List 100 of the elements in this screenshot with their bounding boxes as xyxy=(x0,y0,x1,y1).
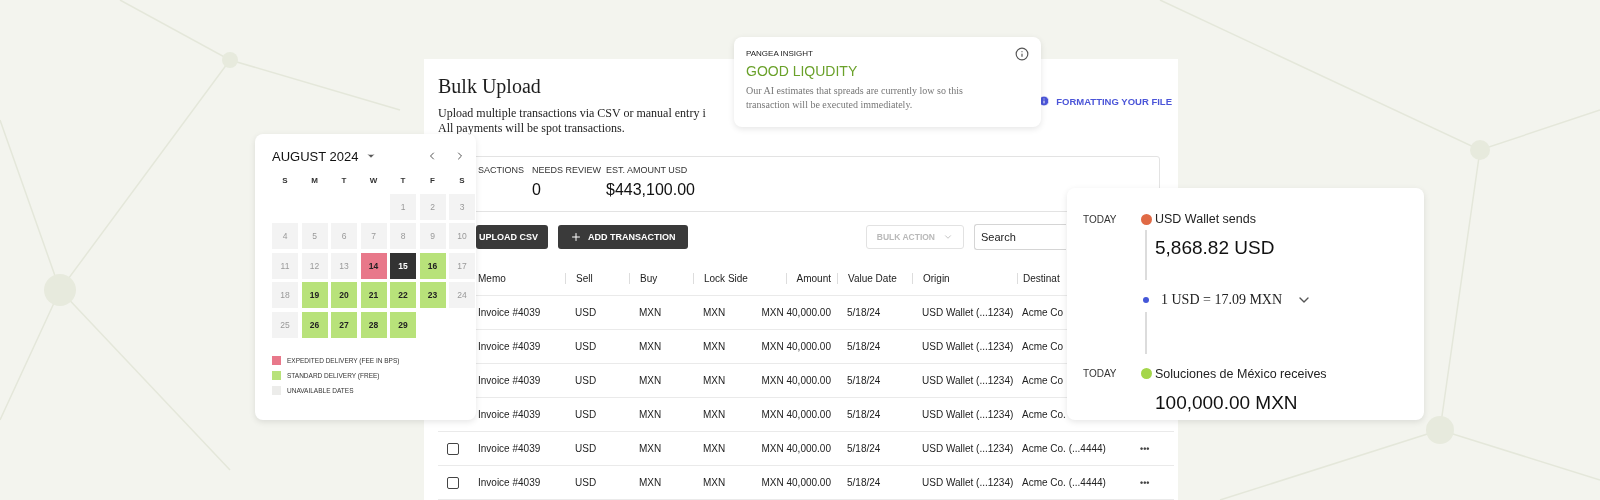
column-header: Value Date xyxy=(837,273,897,284)
info-icon[interactable] xyxy=(1015,47,1029,61)
table-cell-text: Invoice #4039 xyxy=(477,443,541,454)
calendar-day[interactable]: 6 xyxy=(331,223,357,249)
weekday-label: T xyxy=(340,176,348,187)
table-cell-text: MXN xyxy=(638,375,662,386)
table-cell-text: MXN xyxy=(702,477,726,488)
column-header: Memo xyxy=(477,273,506,284)
table-cell-text: MXN xyxy=(702,307,726,318)
weekday-label: S xyxy=(458,176,466,187)
table-cell-text: MXN xyxy=(702,341,726,352)
weekday-label: M xyxy=(310,176,319,187)
row-checkbox[interactable] xyxy=(447,442,459,455)
calendar-day[interactable]: 28 xyxy=(360,311,387,338)
insight-text: Our AI estimates that spreads are currently low so this transaction will be executed immediately. xyxy=(746,84,964,112)
calendar-day[interactable]: 18 xyxy=(272,282,298,308)
amount-text: 5,868.82 USD xyxy=(1155,236,1275,261)
weekday-label: W xyxy=(368,176,379,187)
table-cell-text: Invoice #4039 xyxy=(477,375,541,386)
month-title: AUGUST 2024 xyxy=(272,148,359,164)
more-button[interactable]: ••• xyxy=(1140,477,1170,488)
table-cell-text: 5/18/24 xyxy=(846,409,881,420)
table-cell-text: MXN xyxy=(638,477,662,488)
column-header: Origin xyxy=(912,273,950,284)
table-cell-text: 5/18/24 xyxy=(846,443,881,454)
calendar-day[interactable]: 19 xyxy=(301,282,328,308)
calendar-day[interactable]: 2 xyxy=(419,193,446,220)
calendar-day[interactable]: 10 xyxy=(449,223,475,249)
calendar-day[interactable]: 15 xyxy=(390,252,416,279)
table-cell-text: MXN xyxy=(638,409,662,420)
row-checkbox[interactable] xyxy=(447,476,459,489)
calendar-day[interactable]: 5 xyxy=(301,223,328,249)
search-field[interactable]: Search xyxy=(974,224,1066,250)
calendar-day[interactable]: 14 xyxy=(360,252,387,279)
table-cell-text: USD Wallet (...1234) xyxy=(921,409,1014,420)
table-cell-text: USD xyxy=(574,341,597,352)
stat-label: EST. AMOUNT USD xyxy=(606,165,688,175)
upload-csv-button[interactable]: UPLOAD CSV xyxy=(476,225,548,249)
calendar-day[interactable]: 25 xyxy=(272,311,298,338)
table-cell-text: MXN xyxy=(702,409,726,420)
calendar-day[interactable]: 8 xyxy=(390,223,416,249)
table-cell-text: USD Wallet (...1234) xyxy=(921,443,1014,454)
calendar-day[interactable]: 7 xyxy=(360,223,387,249)
stat-label: SACTIONS xyxy=(478,165,524,175)
calendar-day[interactable]: 4 xyxy=(272,223,298,249)
calendar-day[interactable]: 29 xyxy=(390,311,416,338)
column-header: Amount xyxy=(785,273,837,284)
table-cell-text: USD xyxy=(574,477,597,488)
table-cell-text: Invoice #4039 xyxy=(477,307,541,318)
weekday-label: S xyxy=(281,176,289,187)
table-cell-text: MXN xyxy=(702,443,726,454)
date-label: TODAY xyxy=(1083,213,1118,225)
caret-icon[interactable] xyxy=(366,151,377,161)
add-transaction-button[interactable]: ADD TRANSACTION xyxy=(558,225,688,249)
date-label: TODAY xyxy=(1083,368,1118,380)
calendar-day[interactable]: 22 xyxy=(390,282,416,308)
table-cell-text: MXN 40,000.00 xyxy=(760,477,832,488)
description-text: Upload multiple transactions via CSV or manual entry i xyxy=(438,106,706,121)
calendar-day[interactable]: 1 xyxy=(390,193,416,220)
calendar-day[interactable]: 12 xyxy=(301,252,328,279)
page-title: Bulk Upload xyxy=(438,75,541,98)
stat-label: NEEDS REVIEW xyxy=(532,165,601,175)
stat-value: 0 xyxy=(532,181,541,199)
calendar-day[interactable]: 16 xyxy=(419,252,446,279)
calendar-day[interactable]: 21 xyxy=(360,282,387,308)
insight-headline: GOOD LIQUDITY xyxy=(746,63,858,79)
calendar-day[interactable]: 24 xyxy=(449,282,475,308)
caret-icon xyxy=(943,232,953,242)
column-header: Buy xyxy=(629,273,658,284)
table-cell-text: Acme Co xyxy=(1021,307,1064,318)
column-header: Destinat xyxy=(1017,273,1060,284)
table-cell-text: 5/18/24 xyxy=(846,375,881,386)
table-cell-text: Acme Co. xyxy=(1021,409,1066,420)
calendar-day[interactable]: 26 xyxy=(301,311,328,338)
table-cell-text: Acme Co. (...4444) xyxy=(1021,443,1106,454)
table-cell-text: USD Wallet (...1234) xyxy=(921,375,1014,386)
stat-value: $443,100.00 xyxy=(606,181,695,199)
calendar-day[interactable]: 23 xyxy=(419,282,446,308)
table-cell-text: MXN xyxy=(702,375,726,386)
table-cell-text: MXN 40,000.00 xyxy=(760,341,832,352)
calendar-day[interactable]: 11 xyxy=(272,252,298,279)
table-cell-text: USD xyxy=(574,443,597,454)
calendar-day[interactable]: 3 xyxy=(449,193,475,220)
table-cell-text: USD xyxy=(574,409,597,420)
table-cell-text: USD xyxy=(574,307,597,318)
table-cell-text: USD Wallet (...1234) xyxy=(921,477,1014,488)
column-header: Lock Side xyxy=(693,273,748,284)
table-cell-text: USD Wallet (...1234) xyxy=(921,307,1014,318)
calendar-day[interactable]: 9 xyxy=(419,223,446,249)
calendar-day[interactable]: 17 xyxy=(449,252,475,279)
more-button[interactable]: ••• xyxy=(1140,443,1170,454)
table-cell-text: Acme Co xyxy=(1021,341,1064,352)
table-cell-text: USD Wallet (...1234) xyxy=(921,341,1014,352)
calendar-day[interactable]: 27 xyxy=(331,311,357,338)
table-cell-text: MXN 40,000.00 xyxy=(760,409,832,420)
table-cell-text: Acme Co. (...4444) xyxy=(1021,477,1106,488)
plus-icon xyxy=(570,231,582,243)
calendar-day[interactable]: 20 xyxy=(331,282,357,308)
calendar-day[interactable]: 13 xyxy=(331,252,357,279)
table-cell-text: Acme Co xyxy=(1021,375,1064,386)
